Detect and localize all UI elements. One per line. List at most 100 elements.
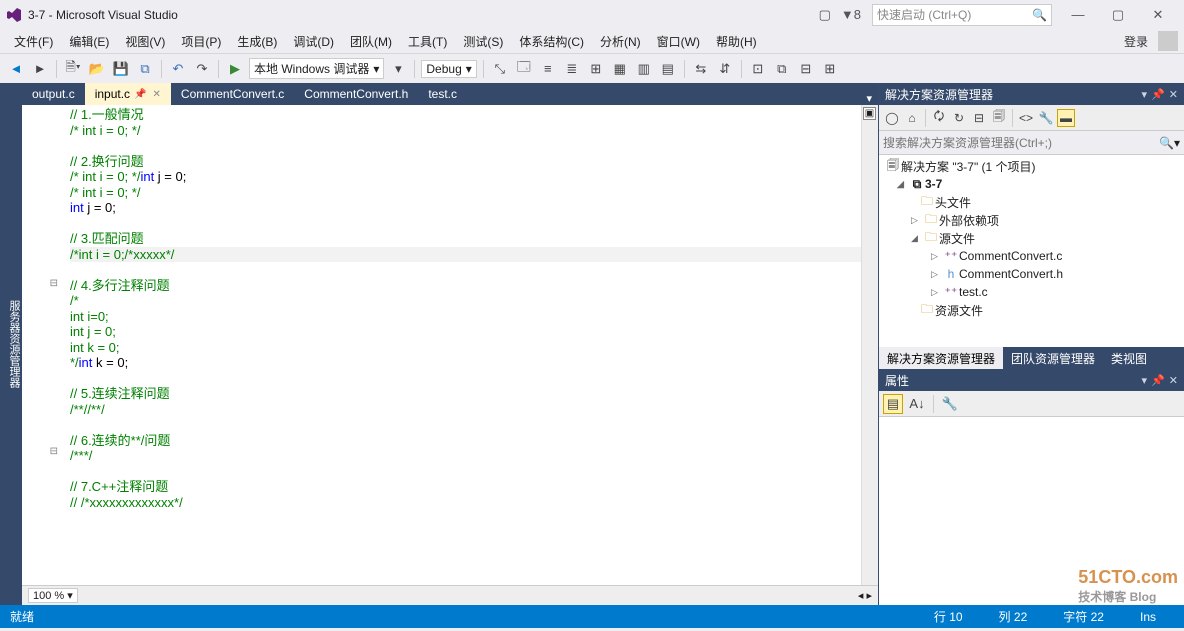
tab-team-explorer[interactable]: 团队资源管理器 bbox=[1003, 347, 1103, 369]
document-tab[interactable]: CommentConvert.c bbox=[171, 83, 294, 105]
tree-resources-folder[interactable]: 🗀资源文件 bbox=[879, 301, 1184, 319]
tab-class-view[interactable]: 类视图 bbox=[1103, 347, 1155, 369]
minimize-button[interactable]: — bbox=[1058, 1, 1098, 29]
se-search-input[interactable] bbox=[883, 136, 1159, 150]
properties-grid[interactable] bbox=[879, 417, 1184, 605]
quick-launch-input[interactable]: 快速启动 (Ctrl+Q)🔍 bbox=[872, 4, 1052, 26]
code-content[interactable]: // 1.一般情况/* int i = 0; */ // 2.换行问题/* in… bbox=[62, 105, 861, 585]
se-collapse-icon[interactable]: ⊟ bbox=[970, 109, 988, 127]
tree-sources-folder[interactable]: ◢🗀源文件 bbox=[879, 229, 1184, 247]
tree-project[interactable]: ◢⧉3-7 bbox=[879, 175, 1184, 193]
save-all-icon[interactable]: ⧉ bbox=[135, 59, 155, 79]
menu-item[interactable]: 测试(S) bbox=[455, 35, 511, 49]
new-project-icon[interactable]: 🗎▾ bbox=[63, 59, 83, 79]
props-pin-icon[interactable]: 📌 bbox=[1151, 374, 1165, 387]
nav-back-icon[interactable]: ◄ bbox=[6, 59, 26, 79]
properties-title: 属性 bbox=[885, 372, 909, 389]
undo-icon[interactable]: ↶ bbox=[168, 59, 188, 79]
se-home-icon[interactable]: ⌂ bbox=[903, 109, 921, 127]
document-tab[interactable]: input.c📌✕ bbox=[85, 83, 171, 105]
status-col: 列 22 bbox=[999, 608, 1028, 625]
tab-overflow-icon[interactable]: ▾ bbox=[860, 92, 878, 105]
se-showall-icon[interactable]: 🗐 bbox=[990, 109, 1008, 127]
tool-icon-14[interactable]: ⊞ bbox=[820, 59, 840, 79]
tree-headers-folder[interactable]: 🗀头文件 bbox=[879, 193, 1184, 211]
props-close-icon[interactable]: ✕ bbox=[1169, 374, 1178, 387]
tool-icon-8[interactable]: ▤ bbox=[658, 59, 678, 79]
tool-icon-9[interactable]: ⇆ bbox=[691, 59, 711, 79]
menu-item[interactable]: 团队(M) bbox=[342, 35, 400, 49]
se-back-icon[interactable]: ◯ bbox=[883, 109, 901, 127]
tree-solution-root[interactable]: 🗐解决方案 "3-7" (1 个项目) bbox=[879, 157, 1184, 175]
start-debug-icon[interactable]: ▶ bbox=[225, 59, 245, 79]
tool-icon-11[interactable]: ⊡ bbox=[748, 59, 768, 79]
document-tab[interactable]: test.c bbox=[418, 83, 467, 105]
server-explorer-tab[interactable]: 服务器资源管理器 bbox=[6, 300, 22, 388]
tool-icon-2[interactable]: 🗔 bbox=[514, 59, 534, 79]
tree-external-folder[interactable]: ▷🗀外部依赖项 bbox=[879, 211, 1184, 229]
menu-item[interactable]: 视图(V) bbox=[117, 35, 173, 49]
debug-more-icon[interactable]: ▾ bbox=[388, 59, 408, 79]
debugger-target-select[interactable]: 本地 Windows 调试器 ▾ bbox=[249, 58, 384, 79]
tool-icon-1[interactable]: ⤡ bbox=[490, 59, 510, 79]
maximize-button[interactable]: ▢ bbox=[1098, 1, 1138, 29]
zoom-select[interactable]: 100 % ▾ bbox=[28, 588, 78, 603]
tree-file[interactable]: ▷⁺⁺test.c bbox=[879, 283, 1184, 301]
menu-item[interactable]: 工具(T) bbox=[400, 35, 455, 49]
props-wrench-icon[interactable]: 🔧 bbox=[940, 394, 960, 414]
redo-icon[interactable]: ↷ bbox=[192, 59, 212, 79]
menu-item[interactable]: 分析(N) bbox=[592, 35, 649, 49]
props-categorized-icon[interactable]: ▤ bbox=[883, 394, 903, 414]
tool-icon-4[interactable]: ≣ bbox=[562, 59, 582, 79]
properties-header: 属性 ▾ 📌 ✕ bbox=[879, 369, 1184, 391]
tool-icon-3[interactable]: ≡ bbox=[538, 59, 558, 79]
config-select[interactable]: Debug ▾ bbox=[421, 60, 476, 78]
tool-icon-10[interactable]: ⇵ bbox=[715, 59, 735, 79]
solution-explorer-header: 解决方案资源管理器 ▾ 📌 ✕ bbox=[879, 83, 1184, 105]
se-sync-icon[interactable]: 🗘 bbox=[930, 109, 948, 127]
se-properties-icon[interactable]: 🔧 bbox=[1037, 109, 1055, 127]
solution-explorer-search[interactable]: 🔍▾ bbox=[879, 131, 1184, 155]
tree-file[interactable]: ▷hCommentConvert.h bbox=[879, 265, 1184, 283]
vertical-scrollbar[interactable]: ▣ bbox=[861, 105, 878, 585]
solution-tree[interactable]: 🗐解决方案 "3-7" (1 个项目) ◢⧉3-7 🗀头文件 ▷🗀外部依赖项 ◢… bbox=[879, 155, 1184, 347]
document-tab[interactable]: CommentConvert.h bbox=[294, 83, 418, 105]
menu-item[interactable]: 窗口(W) bbox=[649, 35, 708, 49]
pane-dropdown-icon[interactable]: ▾ bbox=[1142, 88, 1148, 101]
split-nav-icon[interactable]: ▣ bbox=[863, 107, 876, 120]
se-code-icon[interactable]: <> bbox=[1017, 109, 1035, 127]
solution-explorer-toolbar: ◯ ⌂ 🗘 ↻ ⊟ 🗐 <> 🔧 ▬ bbox=[879, 105, 1184, 131]
se-refresh-icon[interactable]: ↻ bbox=[950, 109, 968, 127]
tree-file[interactable]: ▷⁺⁺CommentConvert.c bbox=[879, 247, 1184, 265]
save-icon[interactable]: 💾 bbox=[111, 59, 131, 79]
search-icon: 🔍▾ bbox=[1159, 136, 1180, 150]
nav-fwd-icon[interactable]: ► bbox=[30, 59, 50, 79]
menu-item[interactable]: 生成(B) bbox=[229, 35, 285, 49]
document-tab[interactable]: output.c bbox=[22, 83, 85, 105]
menu-item[interactable]: 编辑(E) bbox=[61, 35, 117, 49]
tool-icon-7[interactable]: ▥ bbox=[634, 59, 654, 79]
feedback-icon[interactable]: ▢ bbox=[819, 7, 831, 23]
close-button[interactable]: ✕ bbox=[1138, 1, 1178, 29]
se-preview-icon[interactable]: ▬ bbox=[1057, 109, 1075, 127]
props-dropdown-icon[interactable]: ▾ bbox=[1142, 374, 1148, 387]
tool-icon-5[interactable]: ⊞ bbox=[586, 59, 606, 79]
code-editor[interactable]: ⊟ ⊟ // 1.一般情况/* int i = 0; */ // 2.换行问题/… bbox=[22, 105, 878, 585]
sign-in-link[interactable]: 登录 bbox=[1124, 33, 1148, 50]
tool-icon-6[interactable]: ▦ bbox=[610, 59, 630, 79]
avatar-icon[interactable] bbox=[1158, 31, 1178, 51]
menu-item[interactable]: 文件(F) bbox=[6, 35, 61, 49]
menu-item[interactable]: 帮助(H) bbox=[708, 35, 765, 49]
menu-bar: 文件(F)编辑(E)视图(V)项目(P)生成(B)调试(D)团队(M)工具(T)… bbox=[0, 29, 1184, 53]
flag-icon[interactable]: ▼8 bbox=[841, 7, 861, 22]
props-alpha-icon[interactable]: A↓ bbox=[907, 394, 927, 414]
menu-item[interactable]: 项目(P) bbox=[173, 35, 229, 49]
pane-pin-icon[interactable]: 📌 bbox=[1151, 88, 1165, 101]
menu-item[interactable]: 体系结构(C) bbox=[511, 35, 592, 49]
pane-close-icon[interactable]: ✕ bbox=[1169, 88, 1178, 101]
tab-solution-explorer[interactable]: 解决方案资源管理器 bbox=[879, 347, 1003, 369]
tool-icon-12[interactable]: ⧉ bbox=[772, 59, 792, 79]
tool-icon-13[interactable]: ⊟ bbox=[796, 59, 816, 79]
open-icon[interactable]: 📂 bbox=[87, 59, 107, 79]
menu-item[interactable]: 调试(D) bbox=[285, 35, 342, 49]
